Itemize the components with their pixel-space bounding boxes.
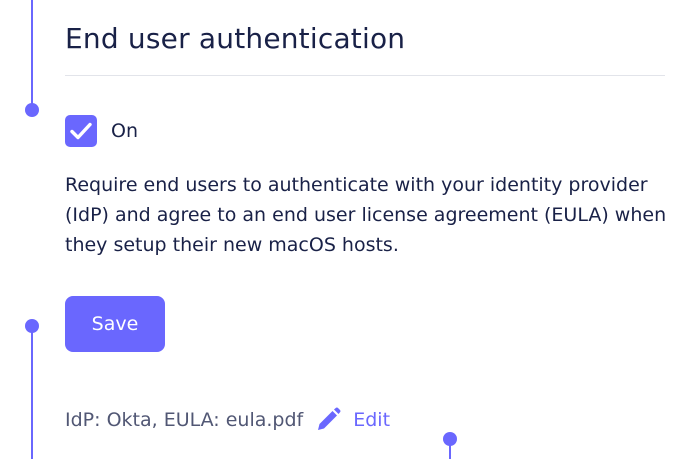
edit-link[interactable]: Edit [315,407,390,433]
idp-status-row: IdP: Okta, EULA: eula.pdf Edit [65,407,390,433]
checkbox-box[interactable] [65,115,97,147]
pencil-icon [318,407,341,430]
guide-dot-top [25,103,39,117]
page: End user authentication On Require end u… [0,0,689,459]
save-button[interactable]: Save [65,296,165,352]
checkbox-label: On [111,120,138,142]
idp-eula-summary: IdP: Okta, EULA: eula.pdf [65,409,304,431]
guide-line-bottom [31,326,33,459]
edit-label: Edit [353,409,391,431]
description-text: Require end users to authenticate with y… [65,174,667,256]
guide-dot-bottom [25,319,39,333]
title-divider [65,75,665,76]
on-checkbox[interactable]: On [65,115,138,147]
checkmark-icon [70,122,92,140]
section-title: End user authentication [65,22,406,55]
guide-line-top [31,0,33,110]
guide-dot-right [443,432,457,446]
